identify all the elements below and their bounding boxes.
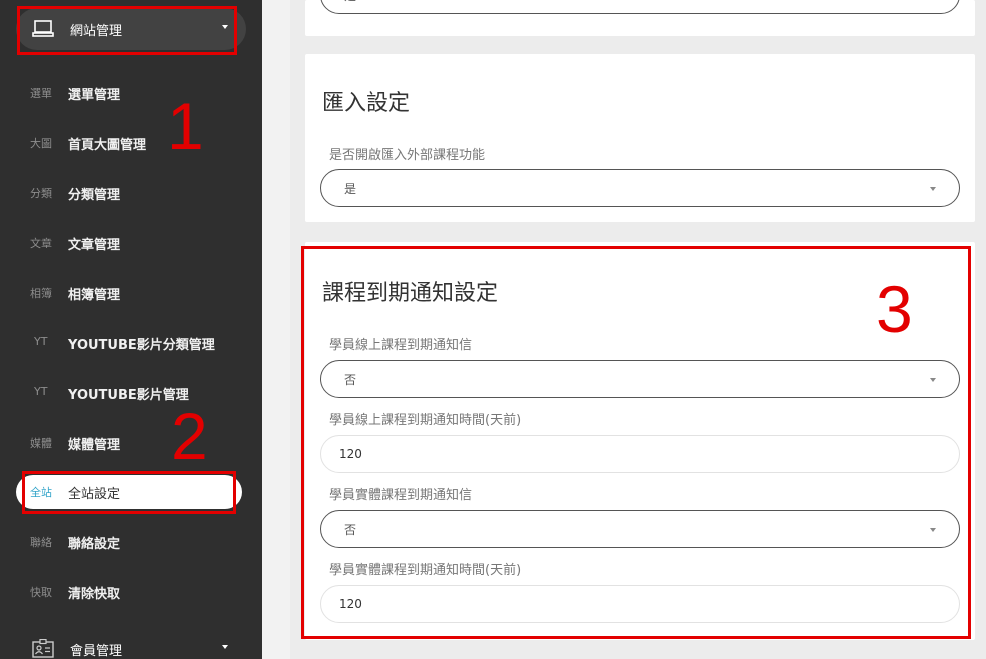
sidebar-item-label: 文章管理 — [68, 238, 121, 253]
annotation-box-2 — [22, 471, 236, 514]
sidebar-item-menu[interactable]: 選單 選單管理 — [16, 76, 242, 110]
sidebar-item-youtube[interactable]: YT YOUTUBE影片管理 — [16, 376, 242, 410]
top-settings-select[interactable]: 是 — [320, 0, 960, 14]
sidebar-item-album[interactable]: 相簿 相簿管理 — [16, 276, 242, 310]
annotation-number-2: 2 — [171, 399, 208, 473]
sidebar-item-label: 相簿管理 — [68, 288, 121, 303]
sidebar-item-abbr: 媒體 — [30, 437, 52, 450]
annotation-box-3 — [301, 246, 971, 639]
annotation-number-1: 1 — [167, 89, 204, 163]
chevron-down-icon — [222, 645, 228, 649]
member-management-label: 會員管理 — [70, 644, 123, 659]
chevron-down-icon — [930, 187, 936, 191]
import-settings-card: 匯入設定 是否開啟匯入外部課程功能 是 — [305, 54, 975, 222]
sidebar-item-abbr: 快取 — [30, 586, 52, 599]
sidebar-item-label: YOUTUBE影片分類管理 — [68, 338, 215, 353]
sidebar-item-abbr: 大圖 — [30, 137, 52, 150]
sidebar-item-abbr: 文章 — [30, 237, 52, 250]
sidebar-item-abbr: 分類 — [30, 187, 52, 200]
sidebar-item-article[interactable]: 文章 文章管理 — [16, 226, 242, 260]
sidebar-item-abbr: 選單 — [30, 87, 52, 100]
sidebar-item-abbr: YT — [34, 385, 48, 398]
sidebar-item-label: 首頁大圖管理 — [68, 138, 147, 153]
sidebar-item-abbr: YT — [34, 335, 48, 348]
import-settings-title: 匯入設定 — [322, 91, 411, 116]
sidebar-item-banner[interactable]: 大圖 首頁大圖管理 — [16, 126, 242, 160]
import-external-course-label: 是否開啟匯入外部課程功能 — [329, 148, 486, 163]
sidebar-item-category[interactable]: 分類 分類管理 — [16, 176, 242, 210]
sidebar: 網站管理 選單 選單管理 大圖 首頁大圖管理 分類 分類管理 文章 文章管理 相… — [0, 0, 262, 659]
annotation-box-1 — [17, 6, 237, 55]
top-settings-select-value: 是 — [344, 0, 356, 4]
top-settings-card: 是 — [305, 0, 975, 36]
sidebar-item-label: 清除快取 — [68, 587, 121, 602]
id-card-icon — [32, 639, 54, 658]
sidebar-item-youtube-category[interactable]: YT YOUTUBE影片分類管理 — [16, 326, 242, 360]
import-external-course-value: 是 — [344, 182, 357, 196]
sidebar-item-media[interactable]: 媒體 媒體管理 — [16, 426, 242, 460]
sidebar-item-label: 聯絡設定 — [68, 537, 121, 552]
sidebar-item-label: 分類管理 — [68, 188, 121, 203]
member-management-section[interactable]: 會員管理 — [16, 628, 246, 659]
sidebar-item-abbr: 聯絡 — [30, 536, 52, 549]
import-external-course-select[interactable]: 是 — [320, 169, 960, 207]
sidebar-item-contact[interactable]: 聯絡 聯絡設定 — [16, 525, 242, 559]
annotation-number-3: 3 — [876, 272, 913, 346]
sidebar-item-clear-cache[interactable]: 快取 清除快取 — [16, 575, 242, 609]
sidebar-item-label: 媒體管理 — [68, 438, 121, 453]
content-gutter — [262, 0, 290, 659]
sidebar-item-label: 選單管理 — [68, 88, 121, 103]
sidebar-item-abbr: 相簿 — [30, 287, 52, 300]
